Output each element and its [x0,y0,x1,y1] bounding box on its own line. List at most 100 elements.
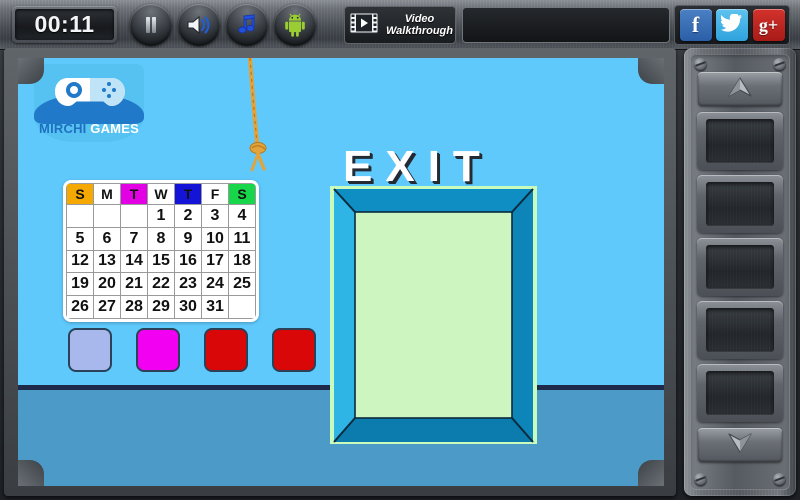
inventory-scroll-down-button[interactable] [698,428,782,462]
social-buttons: f g+ [674,5,790,45]
calendar-header-mon: M [93,183,121,205]
game-window: 00:11 Video Walkthrough f g+ MIRCHI GAME… [0,0,800,500]
swatch-red-2[interactable] [272,328,316,372]
mirchi-games-logo: MIRCHI GAMES [34,64,144,142]
timer-display: 00:11 [12,6,117,43]
music-button[interactable] [226,4,268,46]
inventory-slot-2-content [706,182,774,226]
inventory-slot-4[interactable] [697,301,783,359]
twitter-button[interactable] [716,9,748,41]
inventory-panel [684,48,796,496]
calendar-day: 22 [147,272,175,297]
gamepad-icon [54,70,126,119]
calendar-day: 11 [228,226,256,251]
calendar-header-sun: S [66,183,94,205]
logo-text: MIRCHI GAMES [34,121,144,136]
android-icon [282,12,308,38]
calendar-day: 12 [66,249,94,274]
inventory-scroll-up-button[interactable] [698,72,782,106]
calendar-header-row: S M T W T F S [66,183,256,205]
googleplus-button[interactable]: g+ [752,9,785,41]
pause-icon [139,13,163,37]
calendar-week-row: 5 6 7 8 9 10 11 [66,226,256,251]
sound-button[interactable] [178,4,220,46]
calendar-header-fri: F [201,183,229,205]
top-toolbar: 00:11 Video Walkthrough f g+ [0,0,800,50]
screw-icon [773,473,786,486]
calendar-day: 23 [174,272,202,297]
calendar-day: 14 [120,249,148,274]
calendar-day: 15 [147,249,175,274]
calendar-header-thu: T [174,183,202,205]
facebook-button[interactable]: f [679,9,712,41]
inventory-slot-4-content [706,308,774,352]
swatch-magenta[interactable] [136,328,180,372]
logo-word-2: GAMES [90,121,139,136]
timer-value: 00:11 [15,9,114,40]
inventory-slot-5[interactable] [697,364,783,422]
android-button[interactable] [274,4,316,46]
calendar-day: 25 [228,272,256,297]
inventory-slot-3[interactable] [697,238,783,296]
calendar-day: 5 [66,226,94,251]
calendar-day: 6 [93,226,121,251]
inventory-slot-3-content [706,245,774,289]
calendar-day: 3 [201,204,229,228]
twitter-bird-icon [720,12,743,37]
calendar-header-tue: T [120,183,148,205]
swatch-periwinkle[interactable] [68,328,112,372]
scroll-up-arrow-icon [725,76,755,103]
game-viewport-frame: MIRCHI GAMES S M T W T F S 1 2 3 4 5 6 7… [4,48,676,496]
game-scene[interactable]: MIRCHI GAMES S M T W T F S 1 2 3 4 5 6 7… [18,58,664,486]
calendar-day: 13 [93,249,121,274]
screw-icon [773,58,786,71]
calendar-week-row: 12 13 14 15 16 17 18 [66,249,256,274]
exit-door[interactable] [330,186,537,444]
exit-sign-text: EXIT [343,142,493,191]
calendar-day [66,204,94,228]
video-walkthrough-button[interactable]: Video Walkthrough [344,6,456,44]
calendar-day [120,204,148,228]
calendar-day: 4 [228,204,256,228]
wall-calendar[interactable]: S M T W T F S 1 2 3 4 5 6 7 8 9 10 11 12… [63,180,259,322]
logo-word-1: MIRCHI [39,121,87,136]
calendar-day: 1 [147,204,175,228]
calendar-table: S M T W T F S 1 2 3 4 5 6 7 8 9 10 11 12… [66,183,256,319]
ad-banner [462,7,670,43]
calendar-day: 21 [120,272,148,297]
calendar-day [93,204,121,228]
calendar-day: 18 [228,249,256,274]
color-swatches [68,328,316,372]
hanging-rope[interactable] [232,58,278,178]
music-note-icon [235,13,259,37]
pause-button[interactable] [130,4,172,46]
calendar-week-row: 1 2 3 4 [66,204,256,228]
googleplus-icon: g+ [758,14,779,35]
calendar-header-wed: W [147,183,175,205]
screw-icon [694,473,707,486]
calendar-day: 16 [174,249,202,274]
speaker-icon [185,13,213,37]
inventory-slot-1[interactable] [697,112,783,170]
calendar-header-sat: S [228,183,256,205]
calendar-day: 29 [147,295,175,319]
calendar-day: 26 [66,295,94,319]
calendar-day: 17 [201,249,229,274]
inventory-slot-2[interactable] [697,175,783,233]
film-play-icon [349,10,379,41]
video-walkthrough-line1: Video [404,12,435,25]
calendar-day: 27 [93,295,121,319]
calendar-day: 28 [120,295,148,319]
swatch-red-1[interactable] [204,328,248,372]
calendar-day: 2 [174,204,202,228]
calendar-day: 7 [120,226,148,251]
inventory-slot-5-content [706,371,774,415]
calendar-day [228,295,256,319]
calendar-day: 9 [174,226,202,251]
calendar-day: 24 [201,272,229,297]
calendar-day: 10 [201,226,229,251]
video-walkthrough-line2: Walkthrough [385,25,453,37]
calendar-day: 20 [93,272,121,297]
calendar-day: 19 [66,272,94,297]
calendar-day: 8 [147,226,175,251]
